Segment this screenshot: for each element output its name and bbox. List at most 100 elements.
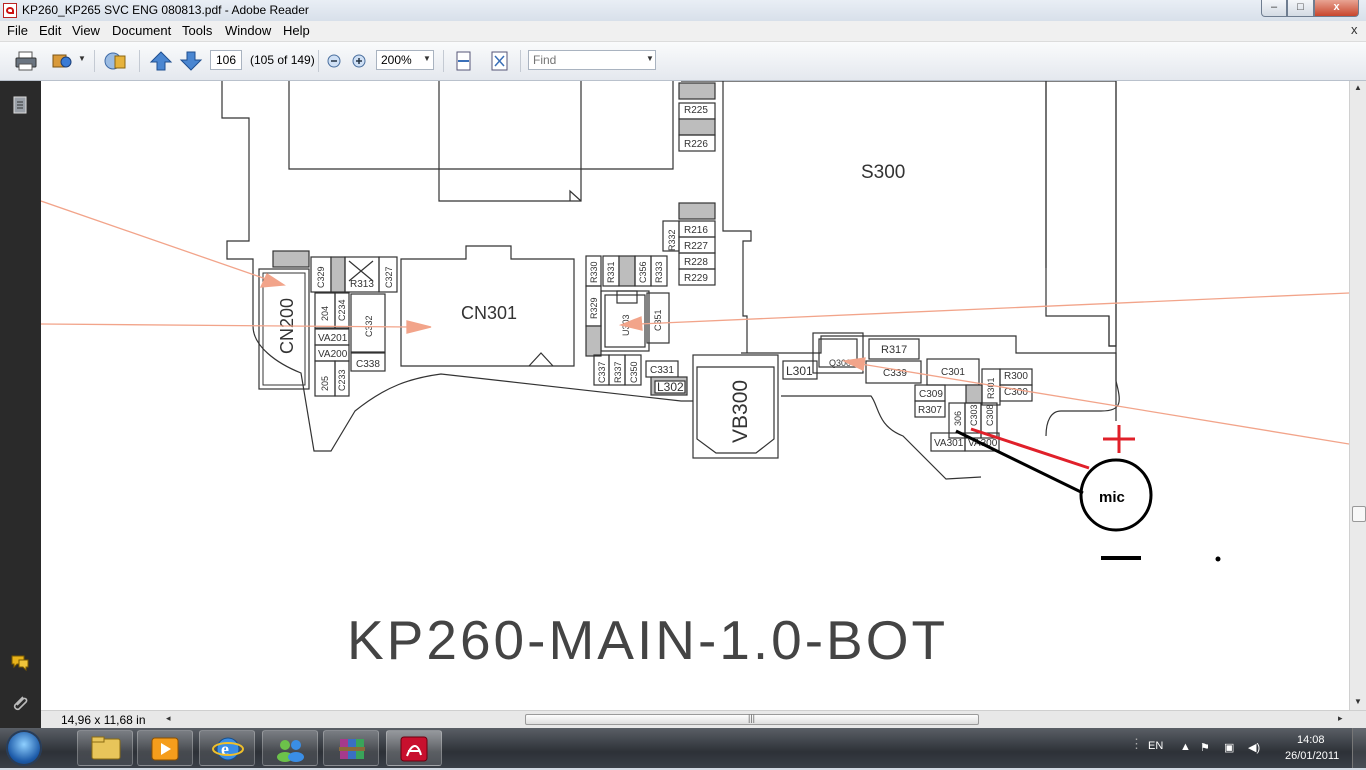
schematic-title: KP260-MAIN-1.0-BOT (347, 609, 948, 671)
media-player-icon (151, 737, 179, 761)
navigation-panel (0, 81, 41, 728)
page-size-readout: 14,96 x 11,68 in (61, 713, 146, 727)
taskbar-media-player-button[interactable] (137, 730, 193, 766)
page-number-input[interactable] (210, 50, 242, 70)
scroll-right-arrow-icon[interactable]: ▸ (1338, 713, 1343, 724)
windows-taskbar: e ⋮ EN ▲ ⚑ ▣ ◀) 14:08 26/01/2011 (0, 728, 1366, 768)
status-bar: 14,96 x 11,68 in ◂ ||| ▸ (41, 710, 1366, 729)
menu-view[interactable]: View (72, 23, 100, 38)
close-document-icon[interactable]: x (1351, 22, 1358, 37)
title-bar: KP260_KP265 SVC ENG 080813.pdf - Adobe R… (0, 0, 1366, 21)
comments-icon[interactable] (10, 652, 30, 672)
label-cn301: CN301 (461, 303, 517, 323)
label-r333: R333 (654, 261, 664, 283)
label-c309: C309 (919, 389, 943, 400)
taskbar-adobe-reader-button[interactable] (386, 730, 442, 766)
fit-page-icon[interactable] (488, 50, 512, 72)
safely-remove-hardware-icon[interactable]: ▣ (1224, 741, 1234, 754)
label-r300: R300 (1004, 371, 1028, 382)
show-desktop-button[interactable] (1352, 728, 1366, 768)
vertical-scrollbar-thumb[interactable] (1352, 506, 1366, 522)
attachments-paperclip-icon[interactable] (10, 693, 30, 713)
print-icon[interactable] (14, 50, 38, 72)
share-icon[interactable] (50, 50, 74, 72)
label-va301: VA301 (934, 438, 964, 449)
label-c350: C350 (629, 361, 639, 383)
tray-grip-icon: ⋮ (1130, 736, 1143, 751)
toolbar-separator (139, 50, 140, 72)
language-indicator[interactable]: EN (1148, 740, 1163, 752)
share-dropdown-arrow-icon[interactable]: ▼ (78, 54, 86, 63)
taskbar-explorer-button[interactable] (77, 730, 133, 766)
label-r329: R329 (589, 297, 599, 319)
label-l301: L301 (786, 364, 813, 378)
label-r332: R332 (667, 229, 677, 251)
folder-icon (91, 736, 121, 760)
start-button[interactable] (6, 730, 42, 766)
zoom-dropdown-arrow-icon[interactable]: ▼ (423, 54, 431, 63)
scrollbar-grip-icon: ||| (748, 713, 756, 723)
zoom-out-icon[interactable] (326, 50, 350, 72)
pcb-schematic-drawing: S300 CN200 CN301 VB300 R225 R226 R216 R2… (41, 81, 1349, 671)
document-viewport[interactable]: S300 CN200 CN301 VB300 R225 R226 R216 R2… (41, 81, 1349, 710)
minimize-button[interactable]: – (1261, 0, 1287, 17)
label-r216: R216 (684, 225, 708, 236)
label-c303: C303 (969, 404, 979, 426)
collaborate-icon[interactable] (104, 50, 128, 72)
find-dropdown-arrow-icon[interactable]: ▼ (646, 54, 654, 63)
toolbar-separator (94, 50, 95, 72)
fit-width-icon[interactable] (452, 50, 476, 72)
label-c331: C331 (650, 365, 674, 376)
label-c351: C351 (653, 309, 663, 331)
zoom-in-icon[interactable] (350, 50, 374, 72)
menu-file[interactable]: File (7, 23, 28, 38)
close-button[interactable]: x (1314, 0, 1359, 17)
toolbar-separator (318, 50, 319, 72)
label-va201: VA201 (318, 333, 348, 344)
label-vb300: VB300 (729, 380, 752, 443)
label-r331: R331 (606, 261, 616, 283)
clock-date[interactable]: 26/01/2011 (1285, 750, 1339, 762)
svg-text:e: e (221, 739, 229, 759)
volume-icon[interactable]: ◀) (1248, 741, 1260, 754)
label-c308: C308 (985, 404, 995, 426)
menu-edit[interactable]: Edit (39, 23, 61, 38)
action-center-flag-icon[interactable]: ⚑ (1200, 741, 1210, 754)
clock-time[interactable]: 14:08 (1297, 734, 1325, 746)
show-hidden-icons-icon[interactable]: ▲ (1180, 741, 1191, 753)
maximize-button[interactable]: □ (1287, 0, 1314, 17)
menu-tools[interactable]: Tools (182, 23, 212, 38)
scroll-down-arrow-icon[interactable]: ▼ (1354, 697, 1362, 706)
find-input[interactable] (528, 50, 656, 70)
label-r226: R226 (684, 139, 708, 150)
adobe-reader-icon (400, 736, 428, 762)
horizontal-scrollbar-thumb[interactable]: ||| (525, 713, 979, 725)
label-c204: 204 (320, 306, 330, 321)
menu-window[interactable]: Window (225, 23, 271, 38)
label-c234: C234 (337, 299, 347, 321)
menu-document[interactable]: Document (112, 23, 171, 38)
label-c356: C356 (638, 261, 648, 283)
next-page-icon[interactable] (179, 50, 203, 72)
menu-help[interactable]: Help (283, 23, 310, 38)
taskbar-winrar-button[interactable] (323, 730, 379, 766)
toolbar-separator (520, 50, 521, 72)
label-r307: R307 (918, 405, 942, 416)
label-c337: C337 (597, 361, 607, 383)
taskbar-messenger-button[interactable] (262, 730, 318, 766)
label-c329: C329 (316, 266, 326, 288)
previous-page-icon[interactable] (149, 50, 173, 72)
label-c205: 205 (320, 376, 330, 391)
label-c338: C338 (356, 359, 380, 370)
vertical-scrollbar[interactable]: ▲ ▼ (1349, 81, 1366, 710)
mic-label: mic (1099, 489, 1125, 506)
label-r306: 306 (953, 411, 963, 426)
horizontal-scrollbar[interactable]: ◂ ||| ▸ (160, 711, 1349, 729)
scroll-left-arrow-icon[interactable]: ◂ (166, 713, 171, 724)
scroll-up-arrow-icon[interactable]: ▲ (1354, 83, 1362, 92)
messenger-icon (277, 740, 304, 762)
winrar-icon (339, 739, 365, 759)
taskbar-internet-explorer-button[interactable]: e (199, 730, 255, 766)
menu-bar: File Edit View Document Tools Window Hel… (0, 21, 1366, 42)
pages-panel-icon[interactable] (10, 95, 30, 115)
